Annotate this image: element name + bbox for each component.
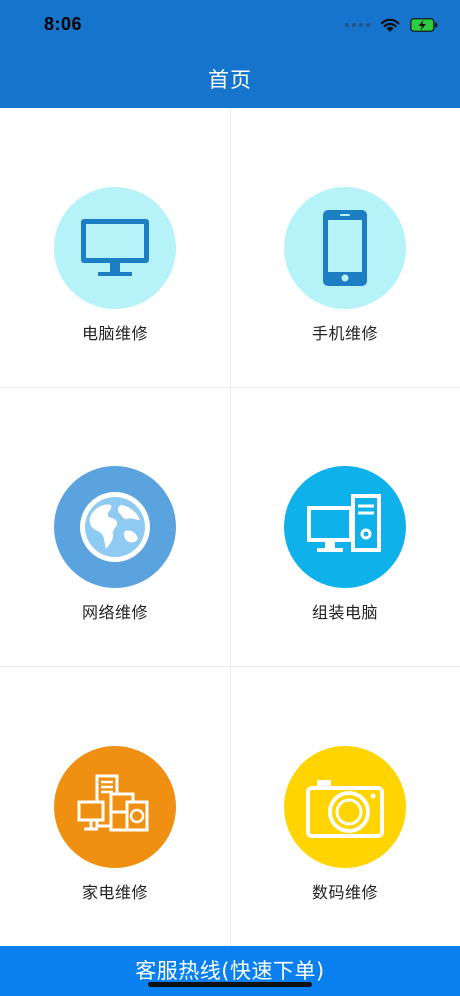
customer-hotline-button[interactable]: 客服热线(快速下单) <box>0 946 460 996</box>
service-phone-repair[interactable]: 手机维修 <box>230 108 460 387</box>
desktop-computer-icon <box>284 466 406 588</box>
smartphone-icon <box>284 187 406 309</box>
service-network-repair[interactable]: 网络维修 <box>0 387 230 666</box>
service-digital-repair[interactable]: 数码维修 <box>230 666 460 946</box>
signal-icon <box>345 23 370 27</box>
monitor-icon <box>54 187 176 309</box>
service-label: 网络维修 <box>81 603 148 622</box>
service-grid: 电脑维修 手机维修 网络维修 组装电脑 家电维修 数码维修 <box>0 108 460 946</box>
camera-icon <box>284 746 406 868</box>
top-bar: 8:06 首页 <box>0 0 460 108</box>
wifi-icon <box>380 18 400 32</box>
service-assemble-computer[interactable]: 组装电脑 <box>230 387 460 666</box>
service-label: 组装电脑 <box>311 603 378 622</box>
service-label: 家电维修 <box>81 883 148 902</box>
status-icons <box>345 14 438 36</box>
service-label: 电脑维修 <box>81 324 148 343</box>
status-time: 8:06 <box>44 14 83 34</box>
service-label: 数码维修 <box>311 883 378 902</box>
home-indicator <box>148 982 312 987</box>
globe-icon <box>54 466 176 588</box>
appliances-icon <box>54 746 176 868</box>
service-appliance-repair[interactable]: 家电维修 <box>0 666 230 946</box>
page-title: 首页 <box>208 68 252 92</box>
battery-charging-icon <box>410 18 438 32</box>
service-label: 手机维修 <box>311 324 378 343</box>
service-computer-repair[interactable]: 电脑维修 <box>0 108 230 387</box>
